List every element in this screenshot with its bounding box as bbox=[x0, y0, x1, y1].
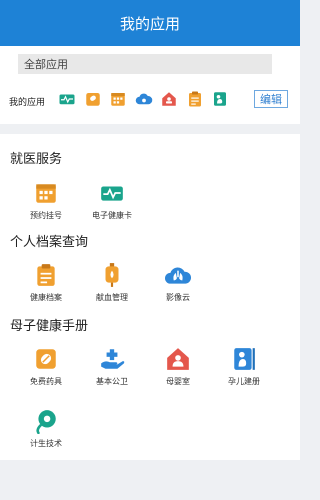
app-label: 计生技术 bbox=[30, 439, 62, 448]
pregnancy-registration-icon bbox=[234, 348, 255, 370]
section-title-records: 个人档案查询 bbox=[10, 235, 89, 250]
app-family-planning[interactable]: 计生技术 bbox=[18, 408, 74, 449]
public-health-icon bbox=[101, 349, 125, 369]
app-label: 母婴室 bbox=[166, 377, 190, 386]
header-bar: 我的应用 bbox=[0, 0, 300, 46]
section-title-mother-child: 母子健康手册 bbox=[10, 319, 89, 334]
appointment-icon bbox=[36, 184, 56, 203]
app-label: 影像云 bbox=[166, 293, 190, 302]
tab-all-apps[interactable]: 全部应用 bbox=[18, 54, 272, 74]
edit-button-label: 编辑 bbox=[260, 93, 282, 106]
blood-donation-icon bbox=[105, 263, 119, 287]
health-record-icon bbox=[37, 264, 55, 286]
edit-button[interactable]: 编辑 bbox=[254, 90, 288, 108]
section-title-medical: 就医服务 bbox=[10, 152, 63, 167]
app-blood-donation[interactable]: 献血管理 bbox=[84, 262, 140, 303]
health-card-icon bbox=[101, 186, 123, 201]
app-health-record[interactable]: 健康档案 bbox=[18, 262, 74, 303]
health-card-icon[interactable] bbox=[55, 89, 79, 109]
app-label: 献血管理 bbox=[96, 293, 128, 302]
app-pregnancy-registration[interactable]: 孕儿建册 bbox=[216, 346, 272, 387]
app-label: 预约挂号 bbox=[30, 211, 62, 220]
app-free-medicine[interactable]: 免费药具 bbox=[18, 346, 74, 387]
app-public-health[interactable]: 基本公卫 bbox=[84, 346, 140, 387]
app-label: 电子健康卡 bbox=[92, 211, 132, 220]
my-apps-label: 我的应用 bbox=[9, 98, 46, 108]
free-medicine-icon bbox=[36, 349, 56, 369]
my-apps-shortcuts bbox=[55, 89, 234, 109]
nursing-room-icon bbox=[167, 348, 189, 370]
app-label: 孕儿建册 bbox=[228, 377, 260, 386]
app-label: 免费药具 bbox=[30, 377, 62, 386]
pregnancy-icon[interactable] bbox=[208, 89, 232, 109]
app-imaging-cloud[interactable]: 影像云 bbox=[150, 262, 206, 303]
app-nursing-room[interactable]: 母婴室 bbox=[150, 346, 206, 387]
app-label: 健康档案 bbox=[30, 293, 62, 302]
cloud-icon[interactable] bbox=[132, 89, 156, 109]
my-apps-panel: 全部应用 我的应用 编辑 bbox=[0, 46, 300, 124]
app-health-card[interactable]: 电子健康卡 bbox=[84, 180, 140, 221]
medicine-icon[interactable] bbox=[81, 89, 105, 109]
health-record-icon[interactable] bbox=[183, 89, 207, 109]
imaging-cloud-icon bbox=[165, 267, 191, 284]
app-label: 基本公卫 bbox=[96, 377, 128, 386]
app-appointment[interactable]: 预约挂号 bbox=[18, 180, 74, 221]
app-sections: 就医服务 预约挂号 电子健康卡 个人档案查询 健康档案 献血管理 影像云 母子健… bbox=[0, 134, 300, 460]
tab-all-apps-label: 全部应用 bbox=[24, 58, 68, 71]
page-title: 我的应用 bbox=[119, 14, 180, 33]
appointment-icon[interactable] bbox=[106, 89, 130, 109]
mother-baby-icon[interactable] bbox=[157, 89, 181, 109]
family-planning-icon bbox=[36, 410, 56, 434]
